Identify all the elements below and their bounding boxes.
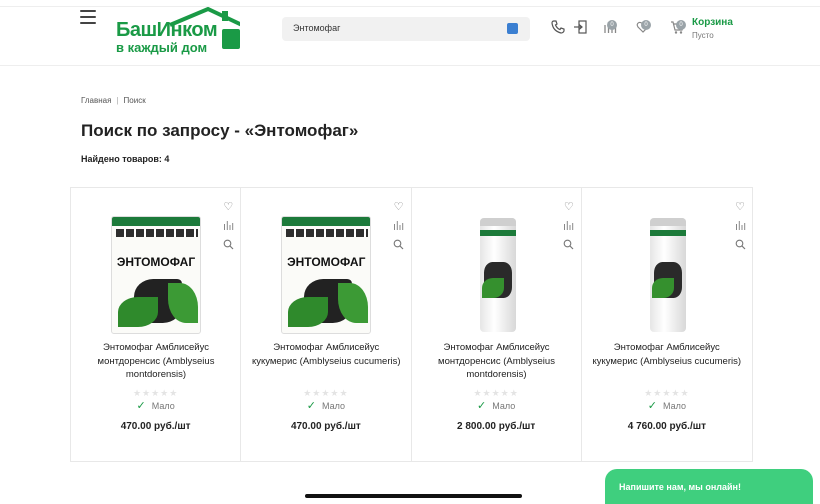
- product-image[interactable]: [649, 218, 686, 332]
- stock-status: ✓ Мало: [647, 400, 686, 412]
- magnifier-icon[interactable]: [734, 239, 746, 251]
- search-button[interactable]: [507, 23, 518, 34]
- heart-icon[interactable]: ♡: [222, 201, 234, 213]
- check-icon: ✓: [477, 400, 487, 412]
- rating-stars: ★★★★★: [473, 388, 519, 398]
- compare-icon[interactable]: [222, 220, 234, 232]
- magnifier-icon[interactable]: [222, 239, 234, 251]
- product-name[interactable]: Энтомофаг Амблисейус кукумерис (Amblysei…: [251, 341, 401, 368]
- product-price: 2 800.00 руб./шт: [457, 421, 536, 432]
- breadcrumb-separator: |: [116, 96, 119, 105]
- rating-stars: ★★★★★: [303, 388, 349, 398]
- compare-count-badge: 0: [607, 20, 617, 30]
- product-name[interactable]: Энтомофаг Амблисейус монтдоренсис (Ambly…: [81, 341, 231, 382]
- product-image-label: ЭНТОМОФАГ: [287, 255, 366, 269]
- stock-status: ✓ Мало: [477, 400, 516, 412]
- results-count: Найдено товаров: 4: [81, 154, 170, 164]
- breadcrumb-current: Поиск: [123, 96, 146, 105]
- search-value[interactable]: Энтомофаг: [293, 23, 340, 33]
- product-card[interactable]: ♡ Энтомофаг Амблисейус монтдоренсис (Amb…: [412, 188, 582, 461]
- site-logo[interactable]: БашИнком в каждый дом: [114, 7, 242, 55]
- product-image-label: ЭНТОМОФАГ: [116, 255, 196, 269]
- product-grid: ♡ ЭНТОМОФАГ Энтомофаг Амблисейус монтдор…: [70, 187, 753, 462]
- cart-count-badge: 0: [676, 20, 686, 30]
- rating-stars: ★★★★★: [644, 388, 690, 398]
- magnifier-icon[interactable]: [563, 239, 575, 251]
- stock-status: ✓ Мало: [136, 400, 175, 412]
- product-price: 470.00 руб./шт: [120, 421, 191, 432]
- page-title: Поиск по запросу - «Энтомофаг»: [81, 121, 359, 140]
- product-image[interactable]: ЭНТОМОФАГ: [281, 216, 372, 334]
- chat-widget-button[interactable]: Напишите нам, мы онлайн!: [605, 469, 813, 504]
- phone-icon[interactable]: [549, 20, 567, 38]
- compare-icon[interactable]: [734, 220, 746, 232]
- magnifier-icon[interactable]: [393, 239, 405, 251]
- check-icon: ✓: [647, 400, 657, 412]
- heart-icon[interactable]: ♡: [734, 201, 746, 213]
- stock-status: ✓ Мало: [306, 400, 345, 412]
- heart-icon[interactable]: ♡: [393, 201, 405, 213]
- breadcrumb-home[interactable]: Главная: [81, 96, 111, 105]
- product-image[interactable]: [479, 218, 516, 332]
- rating-stars: ★★★★★: [132, 388, 179, 398]
- search-input[interactable]: Энтомофаг: [282, 17, 530, 41]
- site-header: БашИнком в каждый дом Энтомофаг 0 0 0 Ко…: [0, 0, 820, 66]
- logo-leaf-icon: [222, 29, 240, 49]
- product-card[interactable]: ♡ ЭНТОМОФАГ Энтомофаг Амблисейус кукумер…: [241, 188, 412, 461]
- home-indicator: [305, 494, 522, 498]
- check-icon: ✓: [306, 400, 316, 412]
- logo-tagline: в каждый дом: [116, 40, 208, 55]
- product-image[interactable]: ЭНТОМОФАГ: [111, 216, 201, 334]
- product-price: 470.00 руб./шт: [290, 421, 361, 432]
- product-card[interactable]: ♡ Энтомофаг Амблисейус кукумерис (Amblys…: [582, 188, 752, 461]
- product-price: 4 760.00 руб./шт: [627, 421, 706, 432]
- cart-status: Пусто: [692, 31, 714, 40]
- hamburger-icon[interactable]: [80, 10, 96, 24]
- product-card[interactable]: ♡ ЭНТОМОФАГ Энтомофаг Амблисейус монтдор…: [71, 188, 242, 461]
- logo-name: БашИнком: [116, 19, 218, 41]
- heart-icon[interactable]: ♡: [563, 201, 575, 213]
- login-icon[interactable]: [571, 20, 589, 38]
- cart-title[interactable]: Корзина: [692, 17, 733, 28]
- breadcrumb: Главная | Поиск: [81, 96, 146, 105]
- product-name[interactable]: Энтомофаг Амблисейус монтдоренсис (Ambly…: [422, 341, 572, 382]
- favorites-count-badge: 0: [641, 20, 651, 30]
- check-icon: ✓: [136, 400, 146, 412]
- compare-icon[interactable]: [563, 220, 575, 232]
- product-name[interactable]: Энтомофаг Амблисейус кукумерис (Amblysei…: [592, 341, 742, 368]
- compare-icon[interactable]: [393, 220, 405, 232]
